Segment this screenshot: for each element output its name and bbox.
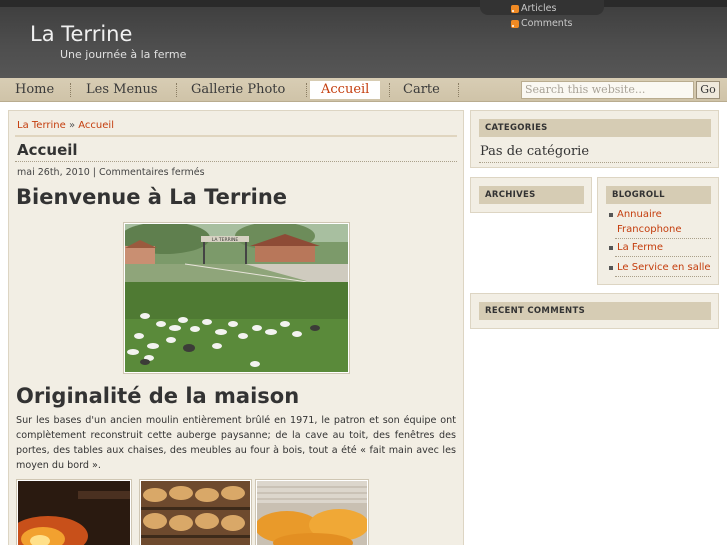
blogroll-heading: BLOGROLL	[606, 186, 711, 204]
nav-item-carte[interactable]: Carte	[403, 81, 440, 99]
feed-articles-link[interactable]: Articles	[511, 1, 573, 16]
tarts-photo-art	[255, 481, 369, 545]
tarts-photo	[255, 479, 369, 545]
feed-articles-label[interactable]: Articles	[521, 1, 556, 16]
nav-item-gallerie-photo[interactable]: Gallerie Photo	[191, 81, 285, 99]
search-input[interactable]: Search this website...	[521, 81, 694, 99]
blogroll-widget: BLOGROLL Annuaire Francophone La Ferme L…	[597, 177, 719, 285]
feed-comments-link[interactable]: Comments	[511, 16, 573, 31]
welcome-heading: Bienvenue à La Terrine	[16, 185, 288, 209]
bread-loaves-photo	[139, 479, 252, 545]
archives-heading: ARCHIVES	[479, 186, 584, 204]
nav-separator	[389, 83, 390, 97]
archives-widget: ARCHIVES	[470, 177, 592, 213]
breadcrumb: La Terrine » Accueil	[17, 120, 114, 131]
photo-sign-text: LA TERRINE	[212, 237, 239, 243]
top-strip	[0, 0, 727, 7]
categories-heading: CATEGORIES	[479, 119, 711, 137]
post-title[interactable]: Accueil	[17, 141, 78, 159]
blogroll-link-service[interactable]: Le Service en salle	[609, 260, 717, 275]
search-go-button[interactable]: Go	[696, 81, 720, 99]
oven-fire-photo	[8, 479, 132, 545]
breadcrumb-home-link[interactable]: La Terrine	[17, 120, 66, 131]
nav-separator	[70, 83, 71, 97]
post-meta: mai 26th, 2010 | Commentaires fermés	[17, 167, 205, 178]
oven-fire-photo-art	[8, 481, 130, 545]
categories-divider	[479, 162, 711, 163]
blogroll-divider	[615, 276, 711, 277]
rss-icon	[511, 19, 519, 28]
farm-ducks-photo: LA TERRINE	[123, 222, 350, 374]
nav-separator	[176, 83, 177, 97]
feed-links: Articles Comments	[511, 1, 573, 31]
recent-comments-heading: RECENT COMMENTS	[479, 302, 711, 320]
nav-separator	[306, 83, 307, 97]
breadcrumb-divider	[15, 135, 457, 137]
blogroll-link-la-ferme[interactable]: La Ferme	[609, 240, 717, 255]
title-divider	[15, 161, 457, 162]
nav-item-accueil[interactable]: Accueil	[310, 81, 381, 99]
nav-item-les-menus[interactable]: Les Menus	[86, 81, 158, 99]
originality-paragraph: Sur les bases d'un ancien moulin entière…	[16, 415, 456, 471]
feed-comments-label[interactable]: Comments	[521, 16, 573, 31]
blogroll-divider	[615, 256, 711, 257]
breadcrumb-separator: »	[68, 120, 76, 131]
rss-icon	[511, 4, 519, 13]
farm-ducks-photo-art: LA TERRINE	[125, 224, 348, 372]
recent-comments-widget: RECENT COMMENTS	[470, 293, 719, 329]
no-category-text: Pas de catégorie	[480, 144, 590, 159]
site-header: Articles Comments La Terrine Une journée…	[0, 0, 727, 78]
breadcrumb-current[interactable]: Accueil	[78, 120, 114, 131]
originality-heading: Originalité de la maison	[16, 384, 300, 408]
categories-widget: CATEGORIES Pas de catégorie	[470, 110, 719, 168]
bread-loaves-photo-art	[141, 481, 250, 545]
site-tagline: Une journée à la ferme	[60, 48, 187, 61]
nav-separator	[458, 83, 459, 97]
site-title[interactable]: La Terrine	[30, 22, 132, 46]
blogroll-link-annuaire[interactable]: Annuaire Francophone	[609, 207, 713, 237]
main-content: La Terrine » Accueil Accueil mai 26th, 2…	[8, 110, 464, 545]
nav-item-home[interactable]: Home	[15, 81, 54, 99]
blogroll-divider	[615, 238, 711, 239]
